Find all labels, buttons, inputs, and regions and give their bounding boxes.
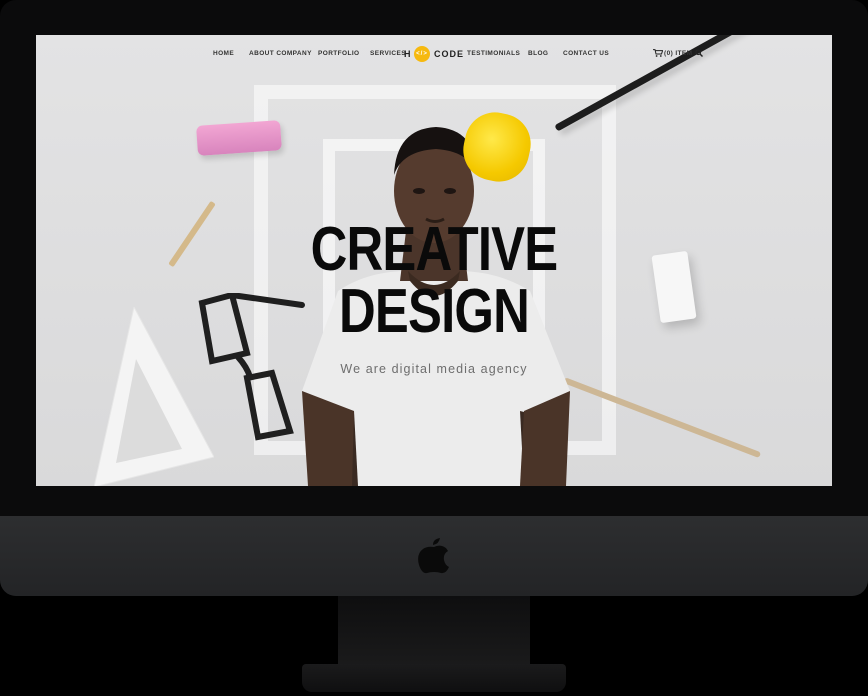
nav-item-home[interactable]: HOME xyxy=(213,50,234,57)
nav-item-blog[interactable]: BLOG xyxy=(528,50,548,57)
top-navigation: HOME ABOUT COMPANY PORTFOLIO SERVICES H … xyxy=(36,35,832,73)
monitor-foot xyxy=(302,664,566,692)
hero-subtitle: We are digital media agency xyxy=(340,362,528,376)
nav-item-testimonials[interactable]: TESTIMONIALS xyxy=(467,50,520,57)
hero-title-line-2: DESIGN xyxy=(338,277,530,346)
nav-item-contact-us[interactable]: CONTACT US xyxy=(563,50,609,57)
eraser-image xyxy=(196,120,282,156)
nav-item-portfolio[interactable]: PORTFOLIO xyxy=(318,50,360,57)
website-screen: HOME ABOUT COMPANY PORTFOLIO SERVICES H … xyxy=(36,35,832,486)
monitor-stand xyxy=(338,596,530,664)
cart-count[interactable]: (0) ITEM xyxy=(664,50,692,57)
logo-text: CODE xyxy=(434,49,465,59)
nav-item-about-company[interactable]: ABOUT COMPANY xyxy=(249,50,312,57)
code-icon: </> xyxy=(414,46,430,62)
nav-item-services[interactable]: SERVICES xyxy=(370,50,406,57)
cart-icon[interactable] xyxy=(653,49,663,57)
apple-logo-icon xyxy=(418,538,449,574)
search-icon[interactable] xyxy=(695,49,703,57)
logo-letter: H xyxy=(404,49,412,59)
hero-title-line-1: CREATIVE xyxy=(310,215,559,284)
